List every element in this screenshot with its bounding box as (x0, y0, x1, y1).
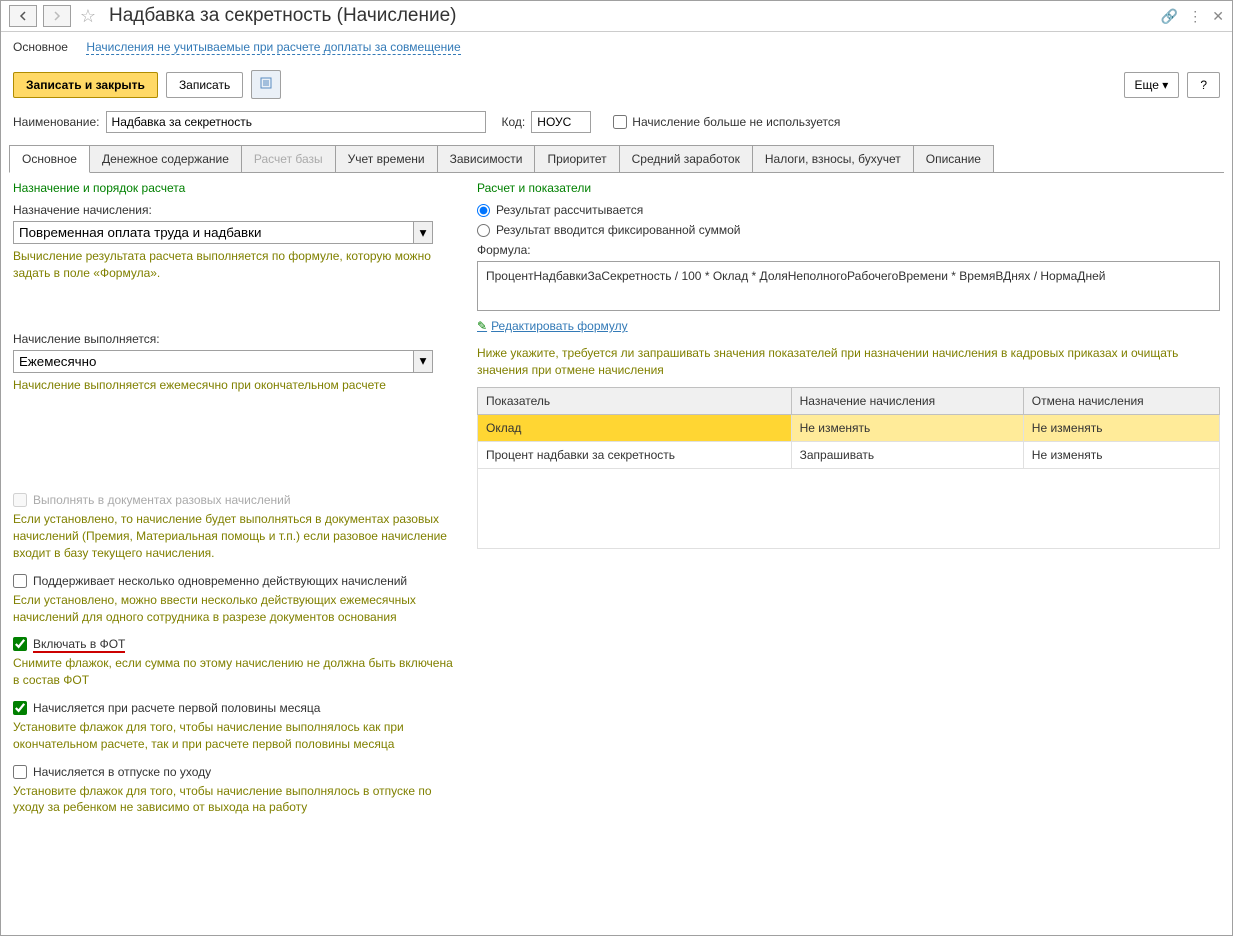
edit-formula-link[interactable]: ✎ Редактировать формулу (477, 319, 628, 333)
more-icon[interactable]: ⋮ (1188, 8, 1202, 25)
tab-taxes[interactable]: Налоги, взносы, бухучет (752, 145, 914, 172)
formula-label: Формула: (477, 243, 1220, 257)
tab-main[interactable]: Основное (9, 145, 90, 173)
cell-cancel: Не изменять (1023, 441, 1219, 468)
list-icon-button[interactable] (251, 70, 281, 99)
th-cancel: Отмена начисления (1023, 387, 1219, 414)
edit-formula-text: Редактировать формулу (491, 319, 628, 333)
tab-deps[interactable]: Зависимости (437, 145, 536, 172)
cb-multi-support-label: Поддерживает несколько одновременно дейс… (33, 574, 407, 588)
code-label: Код: (502, 115, 526, 129)
chevron-down-icon: ▾ (1162, 78, 1168, 92)
cb-first-half[interactable] (13, 701, 27, 715)
exec-label: Начисление выполняется: (13, 332, 453, 346)
indicator-table: Показатель Назначение начисления Отмена … (477, 387, 1220, 549)
radio-fixed-label: Результат вводится фиксированной суммой (496, 223, 740, 237)
th-assign: Назначение начисления (791, 387, 1023, 414)
back-button[interactable] (9, 5, 37, 27)
not-used-label: Начисление больше не используется (632, 115, 840, 129)
cb-parental-leave-label: Начисляется в отпуске по уходу (33, 765, 211, 779)
cell-indicator: Процент надбавки за секретность (478, 441, 792, 468)
pencil-icon: ✎ (477, 319, 487, 333)
cb-parental-leave-hint: Установите флажок для того, чтобы начисл… (13, 783, 453, 817)
cb-first-half-label: Начисляется при расчете первой половины … (33, 701, 320, 715)
tab-desc[interactable]: Описание (913, 145, 994, 172)
link-icon[interactable]: 🔗 (1161, 8, 1178, 25)
forward-button[interactable] (43, 5, 71, 27)
purpose-dropdown-button[interactable]: ▾ (413, 221, 433, 244)
exec-hint: Начисление выполняется ежемесячно при ок… (13, 377, 453, 394)
tab-priority[interactable]: Приоритет (534, 145, 619, 172)
save-button[interactable]: Записать (166, 72, 243, 98)
tab-time[interactable]: Учет времени (335, 145, 438, 172)
cb-parental-leave[interactable] (13, 765, 27, 779)
cb-include-fot-text: Включать в ФОТ (33, 637, 125, 653)
window-title: Надбавка за секретность (Начисление) (109, 5, 1155, 27)
cell-assign: Запрашивать (791, 441, 1023, 468)
exec-dropdown-button[interactable]: ▾ (413, 350, 433, 373)
table-empty-space (478, 468, 1220, 548)
table-hint: Ниже укажите, требуется ли запрашивать з… (477, 345, 1220, 379)
tab-money[interactable]: Денежное содержание (89, 145, 242, 172)
cb-include-fot[interactable] (13, 637, 27, 651)
nav-exclusions-link[interactable]: Начисления не учитываемые при расчете до… (86, 40, 460, 55)
radio-fixed[interactable] (477, 224, 490, 237)
cb-single-docs (13, 493, 27, 507)
th-indicator: Показатель (478, 387, 792, 414)
purpose-label: Назначение начисления: (13, 203, 453, 217)
cb-single-docs-label: Выполнять в документах разовых начислени… (33, 493, 291, 507)
cb-include-fot-hint: Снимите флажок, если сумма по этому начи… (13, 655, 453, 689)
cb-first-half-hint: Установите флажок для того, чтобы начисл… (13, 719, 453, 753)
more-button[interactable]: Еще ▾ (1124, 72, 1180, 98)
nav-main[interactable]: Основное (13, 40, 68, 54)
tab-avg[interactable]: Средний заработок (619, 145, 753, 172)
cb-multi-support-hint: Если установлено, можно ввести несколько… (13, 592, 453, 626)
radio-calculated[interactable] (477, 204, 490, 217)
cell-cancel: Не изменять (1023, 414, 1219, 441)
not-used-checkbox[interactable] (613, 115, 627, 129)
cb-include-fot-label: Включать в ФОТ (33, 637, 125, 651)
table-row[interactable]: Процент надбавки за секретность Запрашив… (478, 441, 1220, 468)
purpose-hint: Вычисление результата расчета выполняетс… (13, 248, 453, 282)
more-button-label: Еще (1135, 78, 1159, 92)
cell-indicator: Оклад (478, 414, 792, 441)
formula-box[interactable]: ПроцентНадбавкиЗаСекретность / 100 * Окл… (477, 261, 1220, 311)
close-icon[interactable]: ✕ (1212, 8, 1224, 25)
cell-assign: Не изменять (791, 414, 1023, 441)
code-input[interactable] (531, 111, 591, 133)
purpose-input[interactable] (13, 221, 413, 244)
name-label: Наименование: (13, 115, 100, 129)
tab-base[interactable]: Расчет базы (241, 145, 336, 172)
table-row[interactable]: Оклад Не изменять Не изменять (478, 414, 1220, 441)
right-section-title: Расчет и показатели (477, 181, 1220, 195)
exec-input[interactable] (13, 350, 413, 373)
save-close-button[interactable]: Записать и закрыть (13, 72, 158, 98)
radio-calculated-label: Результат рассчитывается (496, 203, 643, 217)
cb-single-docs-hint: Если установлено, то начисление будет вы… (13, 511, 453, 561)
favorite-star-icon[interactable]: ☆ (77, 5, 99, 27)
left-section-title: Назначение и порядок расчета (13, 181, 453, 195)
cb-multi-support[interactable] (13, 574, 27, 588)
name-input[interactable] (106, 111, 486, 133)
help-button[interactable]: ? (1187, 72, 1220, 98)
